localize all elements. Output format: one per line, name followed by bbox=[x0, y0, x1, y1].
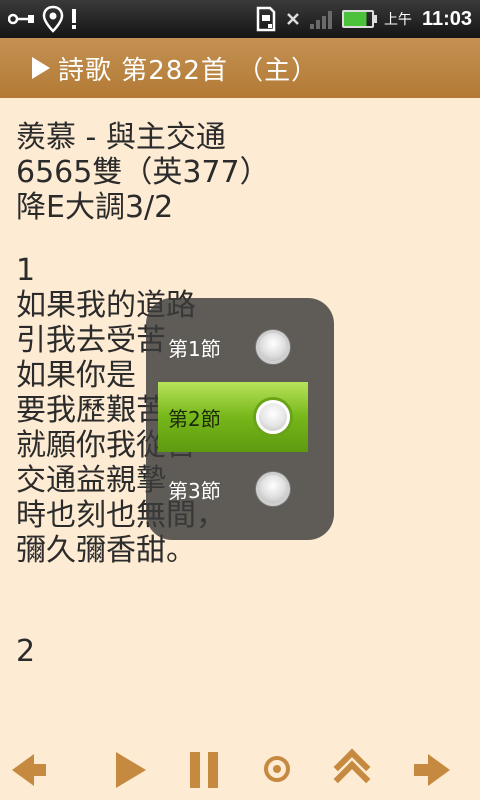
verse-number: 1 bbox=[16, 253, 36, 288]
status-right-icons: 上午 11:03 bbox=[256, 4, 472, 34]
previous-arrow-icon[interactable] bbox=[12, 754, 46, 786]
next-arrow-icon[interactable] bbox=[414, 754, 450, 786]
verse-select-popup: 第1節 第2節 第3節 bbox=[146, 298, 334, 540]
verse-option-2[interactable]: 第2節 bbox=[158, 382, 308, 452]
hymn-name: 羨慕 - 與主交通 bbox=[16, 120, 226, 155]
verse-option-3[interactable]: 第3節 bbox=[158, 454, 308, 524]
verse-option-label: 第1節 bbox=[168, 336, 221, 361]
hymn-number: 6565雙（英377） bbox=[16, 155, 270, 190]
radio-unchecked-icon[interactable] bbox=[256, 472, 290, 506]
verse-option-1[interactable]: 第1節 bbox=[158, 312, 308, 382]
usb-icon bbox=[8, 13, 34, 25]
alert-icon bbox=[72, 9, 76, 29]
verse-option-label: 第2節 bbox=[168, 406, 221, 431]
page-title: 詩歌 第282首 （主） bbox=[58, 55, 319, 86]
battery-charging-icon bbox=[341, 10, 377, 28]
sd-card-icon bbox=[256, 6, 276, 32]
status-bar: 上午 11:03 bbox=[0, 0, 480, 38]
status-left-icons bbox=[8, 4, 78, 34]
no-signal-icon bbox=[287, 13, 299, 25]
pause-button[interactable] bbox=[190, 752, 218, 788]
location-icon bbox=[42, 5, 64, 33]
verse-option-label: 第3節 bbox=[168, 478, 221, 503]
stop-button[interactable] bbox=[264, 756, 290, 782]
radio-unchecked-icon[interactable] bbox=[256, 330, 290, 364]
play-button[interactable] bbox=[116, 752, 146, 788]
signal-bars-icon bbox=[309, 9, 332, 29]
status-ampm: 上午 bbox=[383, 12, 412, 28]
play-icon bbox=[32, 57, 50, 79]
title-bar: 詩歌 第282首 （主） bbox=[0, 38, 480, 98]
status-time: 11:03 bbox=[421, 7, 472, 30]
verse-number: 2 bbox=[16, 634, 36, 669]
scroll-up-icon[interactable] bbox=[333, 748, 371, 798]
hymn-key: 降E大調3/2 bbox=[16, 190, 174, 225]
radio-checked-icon[interactable] bbox=[256, 400, 290, 434]
bottom-toolbar bbox=[0, 740, 480, 800]
